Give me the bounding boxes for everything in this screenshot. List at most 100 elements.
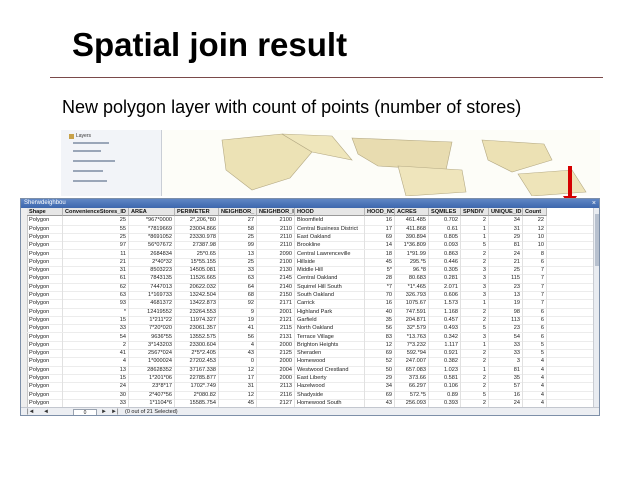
table-cell: 1.023 xyxy=(429,365,461,374)
column-header[interactable]: HOOD_NO xyxy=(365,208,395,217)
table-cell: 2684834 xyxy=(129,249,175,258)
table-cell: 1*201*06 xyxy=(129,374,175,383)
table-cell: Polygon xyxy=(27,365,63,374)
table-cell: Polygon xyxy=(27,224,63,233)
table-cell: 7 xyxy=(523,266,547,275)
table-cell: 2115 xyxy=(257,324,295,333)
table-cell: 2001 xyxy=(257,307,295,316)
table-header-row[interactable]: Shape ConvenienceStores_ID AREA PERIMETER NE… xyxy=(21,208,593,217)
table-cell: 2100 xyxy=(257,257,295,267)
table-cell: 12 xyxy=(219,365,257,374)
table-cell: 33 xyxy=(63,398,129,407)
table-cell: 2 xyxy=(461,382,489,391)
table-cell: 18 xyxy=(365,249,395,258)
table-cell: 256.093 xyxy=(395,398,429,407)
table-cell: 54 xyxy=(63,332,129,341)
table-cell: 2*080.82 xyxy=(175,390,219,399)
table-cell: Terrace Village xyxy=(295,332,365,341)
table-cell: 83 xyxy=(365,332,395,341)
column-header[interactable]: ACRES xyxy=(395,208,429,217)
table-cell: 1075.67 xyxy=(395,299,429,308)
table-cell: 50 xyxy=(365,365,395,374)
table-cell: 3*143203 xyxy=(129,340,175,350)
column-header[interactable]: SQMILES xyxy=(429,208,461,217)
table-cell: 12 xyxy=(523,224,547,233)
table-cell: 56 xyxy=(365,324,395,333)
table-cell: 2125 xyxy=(257,349,295,358)
column-header[interactable]: UNIQUE_ID xyxy=(489,208,523,217)
column-header[interactable]: SPNDIV xyxy=(461,208,489,217)
column-header[interactable]: PERIMETER xyxy=(175,208,219,217)
column-header[interactable]: HOOD xyxy=(295,208,365,217)
table-cell: 27 xyxy=(219,216,257,225)
table-cell: 16 xyxy=(365,299,395,308)
column-header[interactable]: Count xyxy=(523,208,547,217)
table-cell: 747.591 xyxy=(395,307,429,316)
table-cell: 13 xyxy=(489,291,523,300)
column-header[interactable]: NEIGHBOR_ xyxy=(219,208,257,217)
column-header[interactable]: Shape xyxy=(27,208,63,217)
scrollbar-thumb[interactable] xyxy=(595,214,599,266)
next-record-icon[interactable]: ► xyxy=(101,408,107,415)
table-cell: 17 xyxy=(365,224,395,233)
window-title-bar[interactable]: Sherwdeighbou × xyxy=(21,199,599,208)
table-cell: 2121 xyxy=(257,315,295,325)
table-cell: 63 xyxy=(219,274,257,283)
table-cell: 8503223 xyxy=(129,266,175,275)
table-cell: 1*000024 xyxy=(129,357,175,366)
table-cell: 657.083 xyxy=(395,365,429,374)
column-header[interactable]: NEIGHBOR_I xyxy=(257,208,295,217)
table-cell: 10 xyxy=(523,232,547,242)
table-row[interactable]: Polygon 33 1*1104*6 15585.754 45 2127 Homewood… xyxy=(21,398,593,407)
red-arrow-shaft xyxy=(568,166,572,200)
table-cell: 0.382 xyxy=(429,357,461,366)
table-cell: 2 xyxy=(461,374,489,383)
close-icon[interactable]: × xyxy=(592,199,596,208)
last-record-icon[interactable]: ►| xyxy=(111,408,119,415)
table-cell: 1 xyxy=(461,365,489,374)
table-cell: 15*55.155 xyxy=(175,257,219,267)
table-cell: Polygon xyxy=(27,232,63,242)
table-cell: * xyxy=(63,307,129,316)
table-cell: 15 xyxy=(63,374,129,383)
attribute-table: Shape ConvenienceStores_ID AREA PERIMETER NE… xyxy=(21,208,593,407)
table-cell: Polygon xyxy=(27,324,63,333)
table-cell: 81 xyxy=(489,365,523,374)
table-cell: 23330.978 xyxy=(175,232,219,242)
table-cell: Shadyside xyxy=(295,390,365,399)
table-cell: 80.683 xyxy=(395,274,429,283)
table-cell: 115 xyxy=(489,274,523,283)
table-cell: 247.007 xyxy=(395,357,429,366)
column-header[interactable]: ConvenienceStores_ID xyxy=(63,208,129,217)
toc-layer-line xyxy=(73,160,115,162)
toc-layer-line xyxy=(73,170,103,172)
table-cell: 5 xyxy=(461,390,489,399)
table-cell: 30 xyxy=(63,390,129,399)
slide-subtitle: New polygon layer with count of points (… xyxy=(62,97,522,117)
map-view[interactable] xyxy=(162,130,600,196)
table-cell: 25*0.65 xyxy=(175,249,219,258)
first-record-icon[interactable]: |◄ xyxy=(27,408,35,415)
table-cell: 2567*024 xyxy=(129,349,175,358)
table-cell: 2*40*32 xyxy=(129,257,175,267)
table-cell: 33 xyxy=(489,349,523,358)
table-cell: 7 xyxy=(523,282,547,291)
table-cell: 69 xyxy=(365,232,395,242)
table-cell: 69 xyxy=(365,349,395,358)
table-cell: 2 xyxy=(63,340,129,350)
table-cell: 0.89 xyxy=(429,390,461,399)
table-cell: 31 xyxy=(489,224,523,233)
table-cell: 9636*55 xyxy=(129,332,175,341)
table-cell: 22 xyxy=(523,216,547,225)
previous-record-icon[interactable]: ◄ xyxy=(43,408,49,415)
table-cell: 7*3.232 xyxy=(395,340,429,350)
table-cell: 52 xyxy=(365,357,395,366)
table-of-contents: Layers xyxy=(61,130,162,196)
column-header[interactable]: AREA xyxy=(129,208,175,217)
table-cell: 23264.553 xyxy=(175,307,219,316)
table-cell: 25 xyxy=(489,266,523,275)
table-cell: 1 xyxy=(461,299,489,308)
table-cell: 34 xyxy=(365,382,395,391)
record-number-field[interactable]: 0 xyxy=(73,409,97,415)
vertical-scrollbar[interactable] xyxy=(593,208,599,407)
